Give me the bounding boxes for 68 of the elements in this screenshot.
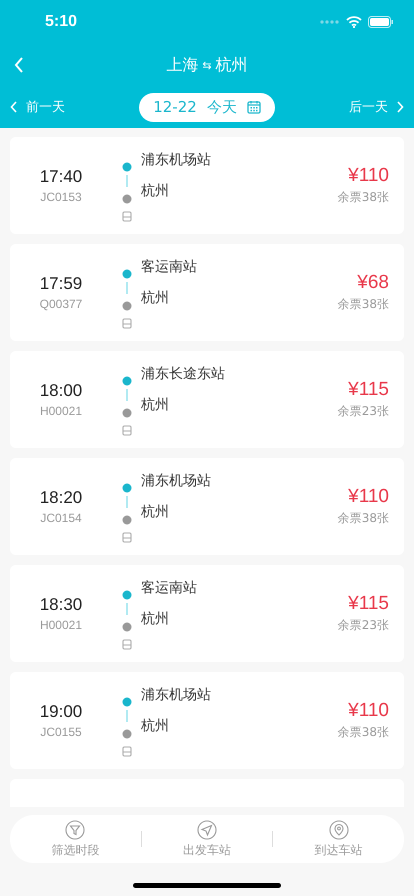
route-drawing xyxy=(121,268,133,328)
swap-icon[interactable]: ⇆ xyxy=(202,58,212,72)
route-drawing xyxy=(121,590,133,650)
chevron-right-icon xyxy=(396,101,404,113)
tickets-remaining: 余票23张 xyxy=(338,403,389,420)
destination-city: 杭州 xyxy=(216,54,248,76)
tickets-remaining: 余票38张 xyxy=(338,510,389,527)
departure-station: 浦东机场站 xyxy=(141,472,212,490)
ticket-price: ¥110 xyxy=(348,700,389,722)
chevron-left-icon xyxy=(10,101,18,113)
status-time: 5:10 xyxy=(45,13,78,31)
trip-code: H00021 xyxy=(40,618,82,632)
calendar-icon xyxy=(246,100,261,114)
trip-card[interactable]: 18:00 H00021 浦东长途东站 杭州 ¥115 余票23张 xyxy=(10,351,404,448)
departure-station: 客运南站 xyxy=(141,579,198,597)
departure-station: 浦东机场站 xyxy=(141,686,212,704)
tickets-remaining: 余票38张 xyxy=(338,296,389,313)
route-drawing xyxy=(121,696,133,756)
location-pin-icon xyxy=(328,820,349,840)
route-drawing xyxy=(121,162,133,222)
departure-time: 18:20 xyxy=(40,488,82,508)
filter-button[interactable]: 筛选时段 xyxy=(10,820,141,858)
tickets-remaining: 余票23张 xyxy=(338,617,389,634)
departure-time: 18:00 xyxy=(40,381,82,401)
trip-card[interactable]: 18:30 H00021 客运南站 杭州 ¥115 余票23张 xyxy=(10,565,404,662)
departure-time: 17:59 xyxy=(40,274,82,294)
next-day-button[interactable]: 后一天 xyxy=(349,98,404,116)
trip-card[interactable]: 17:40 JC0153 浦东机场站 杭州 ¥110 余票38张 xyxy=(10,137,404,234)
send-icon xyxy=(197,820,217,840)
departure-time: 19:00 xyxy=(40,702,82,722)
tickets-remaining: 余票38张 xyxy=(338,724,389,741)
signal-icon xyxy=(320,20,340,24)
arrival-station: 杭州 xyxy=(141,289,170,307)
departure-station: 客运南站 xyxy=(141,258,198,276)
departure-station: 浦东长途东站 xyxy=(141,365,226,383)
battery-icon xyxy=(368,16,394,28)
back-icon[interactable] xyxy=(14,57,24,73)
route-drawing xyxy=(121,482,133,542)
wifi-icon xyxy=(346,16,362,28)
ticket-price: ¥110 xyxy=(348,486,389,508)
arrive-button[interactable]: 到达车站 xyxy=(273,820,404,858)
arrival-station: 杭州 xyxy=(141,396,170,414)
trip-code: JC0153 xyxy=(40,190,82,204)
trip-code: H00021 xyxy=(40,404,82,418)
trip-card[interactable]: 19:00 JC0155 浦东机场站 杭州 ¥110 余票38张 xyxy=(10,672,404,769)
origin-city: 上海 xyxy=(166,54,198,76)
ticket-price: ¥110 xyxy=(348,165,389,187)
arrival-station: 杭州 xyxy=(141,182,170,200)
arrival-station: 杭州 xyxy=(141,503,170,521)
trip-code: Q00377 xyxy=(40,297,82,311)
route-drawing xyxy=(121,376,133,436)
ticket-price: ¥115 xyxy=(348,379,389,401)
date-picker[interactable]: 12-22 今天 xyxy=(139,92,275,122)
departure-time: 17:40 xyxy=(40,167,82,187)
previous-day-button[interactable]: 前一天 xyxy=(10,98,65,116)
trip-card[interactable]: 17:59 Q00377 客运南站 杭州 ¥68 余票38张 xyxy=(10,244,404,341)
ticket-price: ¥68 xyxy=(357,272,389,294)
arrival-station: 杭州 xyxy=(141,717,170,735)
trip-card[interactable]: 18:20 JC0154 浦东机场站 杭州 ¥110 余票38张 xyxy=(10,458,404,555)
departure-station: 浦东机场站 xyxy=(141,151,212,169)
depart-button[interactable]: 出发车站 xyxy=(142,820,272,858)
trip-code: JC0154 xyxy=(40,511,82,525)
departure-time: 18:30 xyxy=(40,595,82,615)
tickets-remaining: 余票38张 xyxy=(338,189,389,206)
filter-icon xyxy=(65,820,86,840)
ticket-price: ¥115 xyxy=(348,593,389,615)
arrival-station: 杭州 xyxy=(141,610,170,628)
trip-code: JC0155 xyxy=(40,725,82,739)
